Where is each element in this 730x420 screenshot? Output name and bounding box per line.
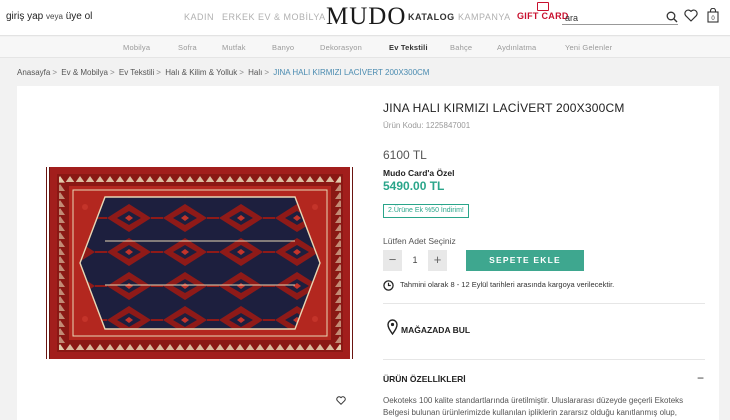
category-new-arrivals[interactable]: Yeni Gelenler	[565, 43, 612, 52]
category-decoration[interactable]: Dekorasyon	[320, 43, 362, 52]
product-image[interactable]	[45, 167, 355, 359]
breadcrumb: Anasayfa > Ev & Mobilya > Ev Tekstili > Hal…	[17, 68, 430, 77]
breadcrumb-rugs-kilims[interactable]: Halı & Kilim & Yolluk	[165, 68, 237, 77]
quantity-stepper: − 1 +	[383, 250, 447, 271]
nav-home-furniture[interactable]: EV & MOBİLYA	[258, 12, 326, 22]
location-pin-icon	[387, 319, 398, 340]
nav-catalog[interactable]: KATALOG	[408, 12, 455, 22]
product-price: 6100 TL	[383, 148, 427, 162]
collapse-toggle[interactable]: −	[697, 371, 704, 385]
card-price-label: Mudo Card'a Özel	[383, 168, 455, 178]
product-title: JINA HALI KIRMIZI LACİVERT 200X300CM	[383, 101, 625, 115]
gift-box-icon	[537, 2, 549, 11]
breadcrumb-current: JINA HALI KIRMIZI LACİVERT 200X300CM	[273, 68, 430, 77]
quantity-label: Lütfen Adet Seçiniz	[383, 236, 456, 246]
quantity-value[interactable]: 1	[402, 250, 428, 271]
login-separator: veya	[46, 12, 63, 21]
brand-logo[interactable]: MUDO	[326, 3, 406, 31]
clock-icon	[383, 278, 394, 296]
heart-icon[interactable]	[684, 9, 698, 27]
add-to-cart-button[interactable]: SEPETE EKLE	[466, 250, 584, 271]
search-input[interactable]	[562, 11, 658, 25]
delivery-estimate: Tahmini olarak 8 - 12 Eylül tarihleri ar…	[400, 280, 615, 289]
description-line: Oekoteks 100 kalite standartlarında üret…	[383, 396, 684, 405]
gift-card-link[interactable]: GIFT CARD	[517, 11, 569, 21]
decrease-quantity-button[interactable]: −	[383, 250, 402, 271]
search-box	[562, 8, 678, 25]
breadcrumb-home[interactable]: Anasayfa	[17, 68, 50, 77]
category-kitchen[interactable]: Mutfak	[222, 43, 246, 52]
breadcrumb-home-textile[interactable]: Ev Tekstili	[119, 68, 154, 77]
heart-icon[interactable]	[336, 392, 346, 410]
search-icon[interactable]	[666, 10, 678, 28]
category-bath[interactable]: Banyo	[272, 43, 294, 52]
nav-men[interactable]: ERKEK	[222, 12, 255, 22]
features-description: Oekoteks 100 kalite standartlarında üret…	[383, 395, 705, 418]
register-link[interactable]: üye ol	[66, 11, 93, 22]
login-links: giriş yap veya üye ol	[6, 11, 92, 22]
find-in-store-button[interactable]: MAĞAZADA BUL	[401, 325, 470, 335]
increase-quantity-button[interactable]: +	[428, 250, 447, 271]
features-heading[interactable]: ÜRÜN ÖZELLİKLERİ	[383, 374, 466, 384]
category-furniture[interactable]: Mobilya	[123, 43, 150, 52]
promo-badge: 2.Ürüne Ek %50 İndirim!	[383, 204, 469, 218]
top-header: giriş yap veya üye ol KADIN ERKEK EV & M…	[0, 0, 730, 36]
breadcrumb-home-furniture[interactable]: Ev & Mobilya	[61, 68, 108, 77]
category-lighting[interactable]: Aydınlatma	[497, 43, 536, 52]
category-bar: Mobilya Sofra Mutfak Banyo Dekorasyon Ev…	[0, 37, 730, 58]
category-home-textile[interactable]: Ev Tekstili	[389, 43, 428, 52]
nav-campaign[interactable]: KAMPANYA	[458, 12, 511, 22]
login-link[interactable]: giriş yap	[6, 11, 43, 22]
svg-text:0: 0	[711, 16, 715, 22]
product-code: Ürün Kodu: 1225847001	[383, 121, 471, 130]
category-garden[interactable]: Bahçe	[450, 43, 472, 52]
divider	[383, 303, 705, 304]
bag-icon[interactable]: 0	[707, 7, 719, 28]
nav-women[interactable]: KADIN	[184, 12, 214, 22]
category-tableware[interactable]: Sofra	[178, 43, 197, 52]
description-line: Belgesi bulunan ürünlerimizde kullanılan…	[383, 407, 677, 417]
breadcrumb-rug[interactable]: Halı	[248, 68, 262, 77]
divider	[383, 359, 705, 360]
card-price: 5490.00 TL	[383, 179, 445, 193]
